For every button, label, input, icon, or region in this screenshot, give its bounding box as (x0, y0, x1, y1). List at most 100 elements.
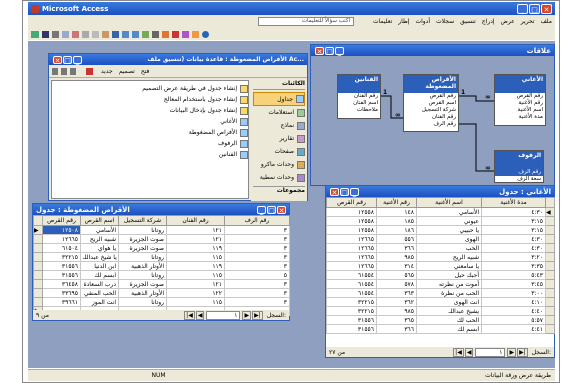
menu-format[interactable]: تنسيق (460, 18, 476, 25)
table-cell[interactable]: يا هواي (80, 243, 119, 253)
table-cell[interactable]: ٣٢٢١٥ (42, 252, 81, 262)
new-object-icon[interactable] (192, 30, 199, 38)
table-cell[interactable]: ١١٥ (166, 252, 225, 262)
table-row[interactable]: ٣٢٢١٥ يا شيخ عبداللـ روتانا ١١٥ ٣ (33, 252, 290, 262)
table-cell[interactable]: ٣:١٥ (481, 225, 546, 235)
select-all[interactable] (33, 215, 43, 226)
row-selector[interactable]: ▶ (33, 225, 43, 235)
rel-close-button[interactable]: ✕ (315, 46, 324, 56)
table-row[interactable]: ٦١٥٥٤ ٥٦٥ أحبك حيل ٥:٤٣ (326, 270, 555, 280)
new-record-icon[interactable] (162, 30, 169, 38)
songs-col-header[interactable]: رقم القرص (326, 197, 377, 208)
row-selector[interactable]: ◀ (545, 207, 555, 217)
table-row[interactable]: ٣٦٤٥٨ درب السعادة صوت الجزيرة ١٢١ ٣ (33, 279, 290, 289)
table-cell[interactable]: ٤:٣٠ (481, 234, 546, 244)
table-row[interactable]: ٣١٥٥٦ ٣٦٥ الحب لك ٥:٥٧ (326, 315, 555, 325)
table-cell[interactable]: ١١٥ (166, 297, 225, 307)
table-cell[interactable]: صوت الجزيرة (118, 243, 167, 253)
songs-col-header[interactable]: اسم الأغنية (416, 197, 482, 208)
row-selector[interactable] (33, 234, 43, 244)
save-icon[interactable] (42, 30, 49, 38)
last-record-icon[interactable]: ▶| (517, 347, 528, 357)
row-selector[interactable] (33, 243, 43, 253)
table-cell[interactable]: يا سامعني (416, 261, 482, 271)
objects-macros[interactable]: وحدات ماكرو (253, 158, 305, 171)
copy-icon[interactable] (92, 30, 99, 38)
table-cell[interactable]: ٩٨٥ (376, 306, 417, 316)
db-min-button[interactable]: _ (73, 55, 82, 65)
objects-pages[interactable]: صفحات (253, 145, 305, 158)
table-cell[interactable]: ٤:٤١ (481, 324, 546, 334)
row-selector[interactable] (33, 261, 43, 271)
table-cell[interactable]: ١٢١ (166, 279, 225, 289)
last-record-icon[interactable]: ▶| (252, 310, 263, 320)
discs-max-button[interactable]: □ (267, 205, 276, 215)
table-cell[interactable]: ٣٦٦ (376, 243, 417, 253)
table-row[interactable]: ٣٩٦٦١ انت الموز روتانا ١١٥ ٣ (33, 297, 290, 307)
db-item[interactable]: الأغاني (52, 116, 248, 127)
table-cell[interactable]: ٥:٥٧ (481, 315, 546, 325)
row-selector[interactable] (545, 225, 555, 235)
table-cell[interactable]: ١١٥ (166, 270, 225, 280)
table-cell[interactable]: ١٢٦٦٥ (326, 243, 377, 253)
table-cell[interactable]: روتانا (118, 270, 167, 280)
table-cell[interactable]: صوت الجزيرة (118, 279, 167, 289)
table-cell[interactable]: ٣:٠٠ (481, 288, 546, 298)
table-row[interactable]: ١٢٥٥٨ ١٤٨ الأسامي ٤:٣٠ ◀ (326, 207, 555, 217)
first-record-icon[interactable]: |◀ (184, 310, 195, 320)
filter-icon[interactable] (142, 30, 149, 38)
rel-max-button[interactable]: □ (325, 46, 334, 56)
table-cell[interactable]: ١٢٦٦٥ (326, 261, 377, 271)
table-row[interactable]: ١٢٥٥٨ ١٨٥ عيوني ٣:١٥ (326, 216, 555, 226)
next-record-icon[interactable]: ▶ (507, 347, 517, 357)
row-selector[interactable] (545, 243, 555, 253)
table-cell[interactable]: ١٨٥ (376, 216, 417, 226)
table-cell[interactable]: ٣١٥٥٦ (326, 324, 377, 334)
table-cell[interactable]: صوت الجزيرة (118, 234, 167, 244)
table-cell[interactable]: الأسامي (416, 207, 482, 217)
table-cell[interactable]: ٦١٥٥٤ (326, 288, 377, 298)
prev-record-icon[interactable]: ◀ (464, 347, 474, 357)
table-cell[interactable]: ١١٩ (166, 261, 225, 271)
table-row[interactable]: ١٢٦٦٥ شبيه الريح صوت الجزيرة ١٢١ ٣ (33, 234, 290, 244)
table-cell[interactable]: شبيه الريح (80, 234, 119, 244)
table-cell[interactable]: روتانا (118, 297, 167, 307)
table-cell[interactable]: ٣٢٢١٥ (326, 297, 377, 307)
table-cell[interactable]: ٦١٥٥٤ (326, 270, 377, 280)
table-cell[interactable]: الأوتار الذهبية (118, 261, 167, 271)
table-row[interactable]: ٦١٥٥٤ ٣٦٣ الحب من نظرة ٣:٠٠ (326, 288, 555, 298)
table-cell[interactable]: ٦١٥٥٤ (326, 279, 377, 289)
table-cell[interactable]: ١٢٦٦٥ (42, 234, 81, 244)
table-cell[interactable]: ٣٢٢١٥ (326, 306, 377, 316)
table-cell[interactable]: ١٢٢ (166, 288, 225, 298)
table-cell[interactable]: ٣٦٤٥٨ (42, 279, 81, 289)
row-selector[interactable] (33, 288, 43, 298)
next-record-icon[interactable]: ▶ (242, 310, 252, 320)
discs-close-button[interactable]: ✕ (277, 205, 286, 215)
table-cell[interactable]: ١٢٥٥٨ (326, 216, 377, 226)
db-item[interactable]: إنشاء جدول باستخدام المعالج (52, 94, 248, 105)
table-cell[interactable]: الحب لك (416, 315, 482, 325)
table-cell[interactable]: أموت من نظرته (416, 279, 482, 289)
table-cell[interactable]: ٣ (224, 297, 290, 307)
table-cell[interactable]: الأوتار الذهبية (118, 288, 167, 298)
table-cell[interactable]: ٥٦٥ (376, 270, 417, 280)
sort-desc-icon[interactable] (132, 30, 139, 38)
objects-reports[interactable]: تقارير (253, 132, 305, 145)
table-cell[interactable]: ٣٩٦٦١ (42, 297, 81, 307)
table-row[interactable]: ٣١٥٥٦ ابسم لك روتانا ١١٥ ٥ (33, 270, 290, 280)
select-all[interactable] (545, 197, 555, 208)
discs-nav-current[interactable]: ١ (206, 310, 241, 320)
table-cell[interactable]: أحبك حيل (416, 270, 482, 280)
table-row[interactable]: ١٢٦٦٥ ٣٦٦ الحب ٤:٣٠ (326, 243, 555, 253)
db-item[interactable]: الأفراص المضغوطة (52, 127, 248, 138)
table-cell[interactable]: ١٢٦٦٥ (326, 234, 377, 244)
table-cell[interactable]: الحب المنفي (80, 288, 119, 298)
table-row[interactable]: ١٢٦٦٥ ٩٨٥ شبيه الريح ٣:٢٠ (326, 252, 555, 262)
table-cell[interactable]: ١٢١ (166, 234, 225, 244)
table-cell[interactable]: ابسم لك (416, 324, 482, 334)
objects-queries[interactable]: استعلامات (253, 106, 305, 119)
delete-icon[interactable] (86, 67, 93, 75)
table-cell[interactable]: يا حبيبي (416, 225, 482, 235)
table-cell[interactable]: روتانا (118, 252, 167, 262)
